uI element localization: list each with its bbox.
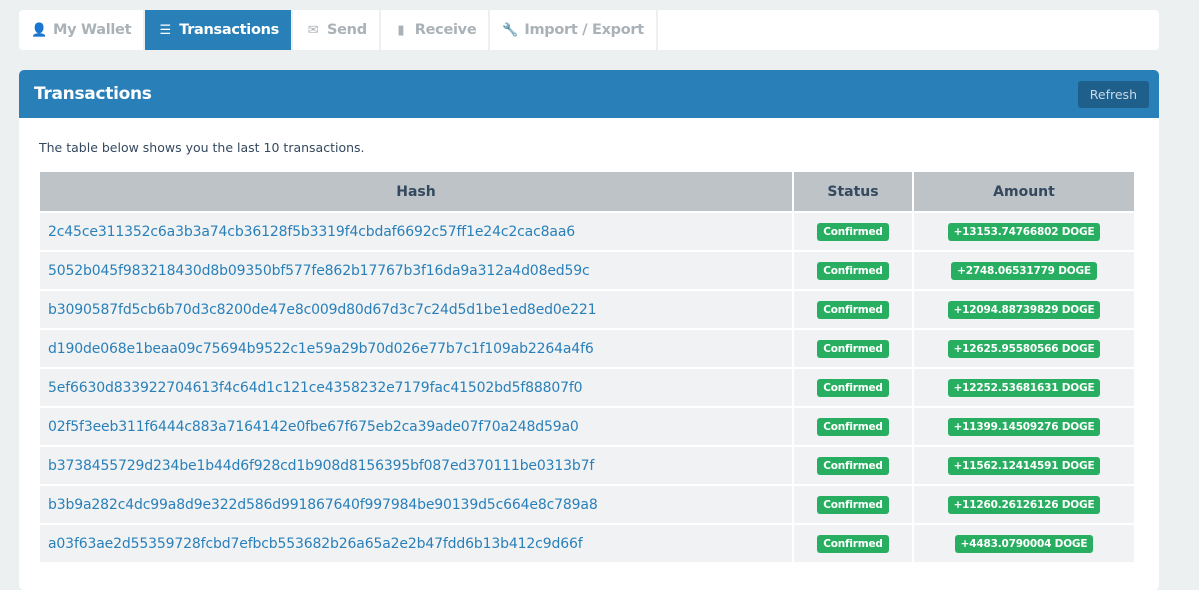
table-row: 2c45ce311352c6a3b3a74cb36128f5b3319f4cbd…: [40, 213, 1134, 250]
tab-label: Receive: [414, 22, 477, 38]
status-cell: Confirmed: [794, 252, 912, 289]
main-nav: 👤 My Wallet ☰ Transactions ✉ Send ▮ Receive 🔧 Imp…: [19, 10, 1159, 50]
hash-link[interactable]: b3090587fd5cb6b70d3c8200de47e8c009d80d67…: [40, 291, 792, 328]
amount-badge: +4483.0790004 DOGE: [954, 534, 1094, 553]
status-badge: Confirmed: [817, 222, 889, 241]
status-badge: Confirmed: [817, 495, 889, 514]
amount-cell: +11562.12414591 DOGE: [914, 447, 1134, 484]
tab-label: Import / Export: [524, 22, 644, 38]
user-icon: 👤: [31, 22, 47, 38]
panel-title: Transactions: [34, 84, 152, 104]
status-cell: Confirmed: [794, 213, 912, 250]
status-badge: Confirmed: [817, 534, 889, 553]
transactions-panel: Transactions Refresh The table below sho…: [19, 70, 1159, 590]
tab-my-wallet[interactable]: 👤 My Wallet: [19, 10, 146, 50]
status-cell: Confirmed: [794, 408, 912, 445]
amount-badge: +12094.88739829 DOGE: [947, 300, 1101, 319]
status-cell: Confirmed: [794, 525, 912, 562]
status-badge: Confirmed: [817, 300, 889, 319]
hash-header: Hash: [40, 172, 792, 211]
status-cell: Confirmed: [794, 330, 912, 367]
table-row: b3090587fd5cb6b70d3c8200de47e8c009d80d67…: [40, 291, 1134, 328]
intro-text: The table below shows you the last 10 tr…: [39, 140, 365, 155]
amount-cell: +13153.74766802 DOGE: [914, 213, 1134, 250]
envelope-icon: ✉: [307, 22, 319, 38]
hash-link[interactable]: b3b9a282c4dc99a8d9e322d586d991867640f997…: [40, 486, 792, 523]
amount-badge: +12252.53681631 DOGE: [947, 378, 1101, 397]
hash-link[interactable]: 2c45ce311352c6a3b3a74cb36128f5b3319f4cbd…: [40, 213, 792, 250]
amount-badge: +2748.06531779 DOGE: [951, 261, 1097, 280]
transactions-table: Hash Status Amount 2c45ce311352c6a3b3a74…: [38, 170, 1136, 564]
status-cell: Confirmed: [794, 291, 912, 328]
amount-cell: +2748.06531779 DOGE: [914, 252, 1134, 289]
book-icon: ▮: [397, 22, 405, 38]
status-badge: Confirmed: [817, 339, 889, 358]
status-cell: Confirmed: [794, 486, 912, 523]
panel-header: Transactions Refresh: [19, 70, 1159, 118]
hash-link[interactable]: 5ef6630d833922704613f4c64d1c121ce4358232…: [40, 369, 792, 406]
table-row: d190de068e1beaa09c75694b9522c1e59a29b70d…: [40, 330, 1134, 367]
status-badge: Confirmed: [817, 456, 889, 475]
table-row: b3738455729d234be1b44d6f928cd1b908d81563…: [40, 447, 1134, 484]
status-header: Status: [794, 172, 912, 211]
refresh-button[interactable]: Refresh: [1077, 80, 1149, 108]
amount-badge: +11260.26126126 DOGE: [947, 495, 1101, 514]
status-badge: Confirmed: [817, 261, 889, 280]
hash-link[interactable]: a03f63ae2d55359728fcbd7efbcb553682b26a65…: [40, 525, 792, 562]
status-cell: Confirmed: [794, 447, 912, 484]
status-badge: Confirmed: [817, 378, 889, 397]
amount-badge: +11562.12414591 DOGE: [947, 456, 1101, 475]
tab-label: My Wallet: [53, 22, 132, 38]
amount-badge: +12625.95580566 DOGE: [947, 339, 1101, 358]
hash-link[interactable]: 5052b045f983218430d8b09350bf577fe862b177…: [40, 252, 792, 289]
hash-link[interactable]: 02f5f3eeb311f6444c883a7164142e0fbe67f675…: [40, 408, 792, 445]
tab-receive[interactable]: ▮ Receive: [381, 10, 491, 50]
hash-link[interactable]: b3738455729d234be1b44d6f928cd1b908d81563…: [40, 447, 792, 484]
status-badge: Confirmed: [817, 417, 889, 436]
amount-cell: +12625.95580566 DOGE: [914, 330, 1134, 367]
amount-badge: +11399.14509276 DOGE: [947, 417, 1101, 436]
status-cell: Confirmed: [794, 369, 912, 406]
wrench-icon: 🔧: [502, 22, 519, 38]
table-row: 02f5f3eeb311f6444c883a7164142e0fbe67f675…: [40, 408, 1134, 445]
table-row: b3b9a282c4dc99a8d9e322d586d991867640f997…: [40, 486, 1134, 523]
tab-label: Send: [327, 22, 367, 38]
amount-header: Amount: [914, 172, 1134, 211]
table-row: 5052b045f983218430d8b09350bf577fe862b177…: [40, 252, 1134, 289]
list-icon: ☰: [159, 22, 172, 38]
tab-import-export[interactable]: 🔧 Import / Export: [490, 10, 658, 50]
amount-cell: +12094.88739829 DOGE: [914, 291, 1134, 328]
tab-label: Transactions: [179, 22, 279, 38]
tab-transactions[interactable]: ☰ Transactions: [145, 10, 293, 50]
amount-cell: +11399.14509276 DOGE: [914, 408, 1134, 445]
tab-send[interactable]: ✉ Send: [293, 10, 381, 50]
table-row: 5ef6630d833922704613f4c64d1c121ce4358232…: [40, 369, 1134, 406]
amount-badge: +13153.74766802 DOGE: [947, 222, 1101, 241]
hash-link[interactable]: d190de068e1beaa09c75694b9522c1e59a29b70d…: [40, 330, 792, 367]
table-row: a03f63ae2d55359728fcbd7efbcb553682b26a65…: [40, 525, 1134, 562]
amount-cell: +11260.26126126 DOGE: [914, 486, 1134, 523]
amount-cell: +12252.53681631 DOGE: [914, 369, 1134, 406]
amount-cell: +4483.0790004 DOGE: [914, 525, 1134, 562]
